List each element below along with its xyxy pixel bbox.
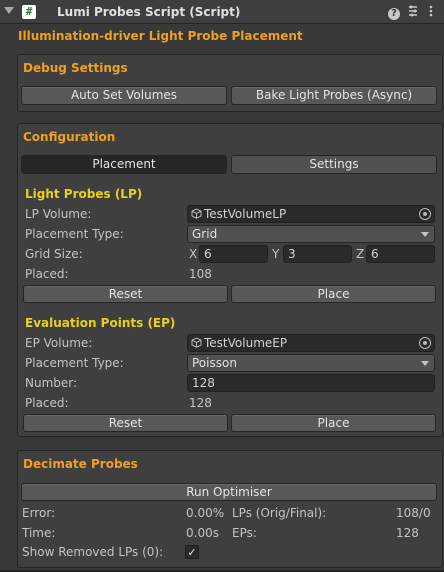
lp-volume-field[interactable]: TestVolumeLP <box>187 205 435 223</box>
ep-volume-field[interactable]: TestVolumeEP <box>187 334 435 352</box>
eps-value: 128 <box>396 526 419 540</box>
context-menu-icon[interactable] <box>424 5 438 19</box>
ep-placement-type-value: Poisson <box>192 356 237 370</box>
lp-volume-value: TestVolumeLP <box>204 207 287 221</box>
show-removed-label: Show Removed LPs (0): <box>22 545 164 559</box>
tab-settings[interactable]: Settings <box>231 155 437 174</box>
cube-icon <box>191 208 202 219</box>
ep-number-label: Number: <box>25 376 78 390</box>
foldout-arrow-icon[interactable] <box>4 7 14 14</box>
preset-icon[interactable] <box>406 5 420 19</box>
evaluation-points-title: Evaluation Points (EP) <box>25 316 176 330</box>
grid-z-label: Z <box>356 247 365 261</box>
ep-volume-value: TestVolumeEP <box>204 336 288 350</box>
lp-placement-type-label: Placement Type: <box>25 227 124 241</box>
script-icon[interactable]: # <box>22 5 36 19</box>
grid-y-field[interactable]: 3 <box>283 245 352 263</box>
auto-set-volumes-button[interactable]: Auto Set Volumes <box>21 86 227 105</box>
ep-placed-label: Placed: <box>25 396 69 410</box>
grid-size-label: Grid Size: <box>25 247 83 261</box>
grid-x-field[interactable]: 6 <box>199 245 268 263</box>
ep-placement-type-label: Placement Type: <box>25 356 124 370</box>
lp-placed-value: 108 <box>189 267 212 281</box>
show-removed-checkbox[interactable]: ✓ <box>185 545 199 559</box>
chevron-down-icon <box>421 361 429 366</box>
lp-place-button[interactable]: Place <box>231 285 436 303</box>
cube-icon <box>191 337 202 348</box>
main-title: Illumination-driver Light Probe Placemen… <box>18 29 303 43</box>
ep-placed-value: 128 <box>189 396 212 410</box>
component-title: Lumi Probes Script (Script) <box>57 5 241 19</box>
lps-label: LPs (Orig/Final): <box>232 506 327 520</box>
debug-settings-title: Debug Settings <box>23 61 128 75</box>
grid-x-label: X <box>189 247 198 261</box>
lp-volume-label: LP Volume: <box>25 207 92 221</box>
decimate-probes-title: Decimate Probes <box>23 457 138 471</box>
ep-reset-button[interactable]: Reset <box>23 414 228 432</box>
error-label: Error: <box>22 506 56 520</box>
grid-z-field[interactable]: 6 <box>366 245 435 263</box>
ep-volume-label: EP Volume: <box>25 336 93 350</box>
lp-placement-type-value: Grid <box>192 227 218 241</box>
ep-number-field[interactable]: 128 <box>187 374 435 392</box>
object-picker-icon[interactable] <box>419 208 431 220</box>
bake-light-probes-button[interactable]: Bake Light Probes (Async) <box>231 86 437 105</box>
lp-reset-button[interactable]: Reset <box>23 285 228 303</box>
ep-placement-type-dropdown[interactable]: Poisson <box>187 354 435 372</box>
run-optimiser-button[interactable]: Run Optimiser <box>21 483 437 501</box>
eps-label: EPs: <box>232 526 257 540</box>
lps-value: 108/0 <box>396 506 431 520</box>
chevron-down-icon <box>421 232 429 237</box>
help-icon[interactable]: ? <box>387 5 401 20</box>
configuration-title: Configuration <box>23 130 116 144</box>
ep-place-button[interactable]: Place <box>231 414 436 432</box>
tab-placement[interactable]: Placement <box>21 155 227 174</box>
lp-placement-type-dropdown[interactable]: Grid <box>187 225 435 243</box>
time-value: 0.00s <box>186 526 219 540</box>
time-label: Time: <box>22 526 56 540</box>
error-value: 0.00% <box>186 506 225 520</box>
grid-y-label: Y <box>272 247 280 261</box>
light-probes-title: Light Probes (LP) <box>25 187 143 201</box>
lp-placed-label: Placed: <box>25 267 69 281</box>
object-picker-icon[interactable] <box>419 337 431 349</box>
